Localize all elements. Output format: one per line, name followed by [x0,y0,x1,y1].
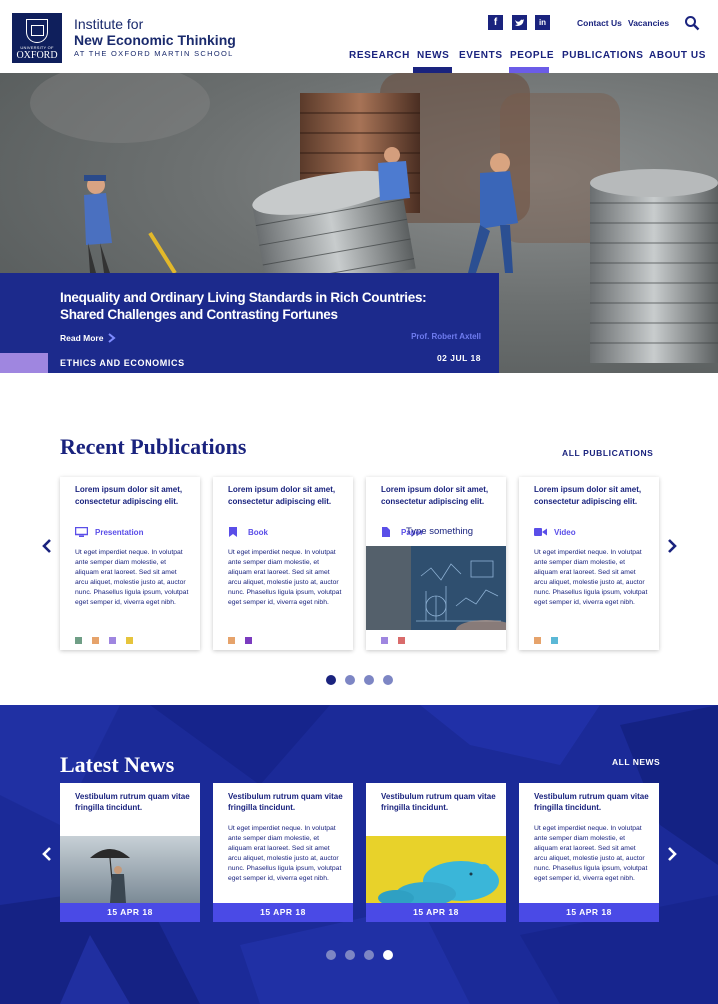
editable-text-overlay[interactable]: Type something [406,526,473,537]
news-title[interactable]: Vestibulum rutrum quam vitae fringilla t… [75,791,193,813]
news-title[interactable]: Vestibulum rutrum quam vitae fringilla t… [228,791,346,813]
brand-line-1: Institute for [74,16,144,32]
topic-tag[interactable] [109,637,116,644]
contact-us-link[interactable]: Contact Us [577,18,622,28]
topic-tag[interactable] [398,637,405,644]
video-icon [534,527,547,537]
read-more-link[interactable]: Read More [60,333,103,343]
news-page-dot-3[interactable] [364,950,374,960]
publication-type: Video [534,527,576,537]
news-page-dot-2[interactable] [345,950,355,960]
topic-tag[interactable] [126,637,133,644]
publication-type: Presentation [74,526,144,537]
monitor-icon [74,526,89,537]
publications-next-arrow-icon[interactable] [667,538,677,559]
search-icon[interactable] [684,15,700,31]
hero-author[interactable]: Prof. Robert Axtell [411,332,481,341]
news-prev-arrow-icon[interactable] [42,846,52,867]
publication-type-label: Book [248,528,268,537]
chevron-right-icon[interactable] [108,333,116,346]
news-title[interactable]: Vestibulum rutrum quam vitae fringilla t… [534,791,652,813]
site-brand[interactable]: Institute for New Economic Thinking AT T… [74,16,236,60]
hero-caption-panel: Inequality and Ordinary Living Standards… [0,273,499,373]
publication-title[interactable]: Lorem ipsum dolor sit amet, consectetur … [75,484,190,507]
facebook-icon[interactable]: f [488,15,503,30]
data-chart-photo [366,546,516,640]
news-date: 15 APR 18 [366,903,506,922]
news-title[interactable]: Vestibulum rutrum quam vitae fringilla t… [381,791,499,813]
all-publications-link[interactable]: ALL PUBLICATIONS [562,448,653,458]
bookmark-icon [228,527,241,537]
publication-type: Book [228,527,268,537]
news-excerpt: Ut eget imperdiet neque. In volutpat ant… [228,825,342,882]
site-header: UNIVERSITY OF OXFORD Institute for New E… [0,0,718,73]
publications-prev-arrow-icon[interactable] [42,538,52,559]
hero-title[interactable]: Inequality and Ordinary Living Standards… [60,289,460,323]
nav-publications[interactable]: PUBLICATIONS [562,50,643,61]
topic-tag[interactable] [92,637,99,644]
news-heading: Latest News [60,752,175,777]
all-news-link[interactable]: ALL NEWS [612,757,660,767]
publication-excerpt: Ut eget imperdiet neque. In volutpat ant… [228,549,342,606]
nav-news[interactable]: NEWS [417,50,449,61]
publication-card[interactable]: Lorem ipsum dolor sit amet, consectetur … [519,477,659,650]
news-date: 15 APR 18 [519,903,659,922]
hero-category[interactable]: ETHICS AND ECONOMICS [60,358,185,368]
topic-tag[interactable] [228,637,235,644]
topic-tag[interactable] [381,637,388,644]
topic-tag[interactable] [551,637,558,644]
news-card[interactable]: Vestibulum rutrum quam vitae fringilla t… [366,783,506,922]
twitter-icon[interactable] [512,15,527,30]
logo-oxford-text: OXFORD [16,50,58,61]
news-date: 15 APR 18 [60,903,200,922]
news-card[interactable]: Vestibulum rutrum quam vitae fringilla t… [60,783,200,922]
oxford-shield-icon [26,19,48,43]
publication-type-label: Presentation [95,528,144,537]
hero-date: 02 JUL 18 [436,353,481,363]
publications-page-dot-1[interactable] [326,675,336,685]
publication-title[interactable]: Lorem ipsum dolor sit amet, consectetur … [381,484,496,507]
news-page-dot-4[interactable] [383,950,393,960]
publication-card[interactable]: Lorem ipsum dolor sit amet, consectetur … [60,477,200,650]
publication-excerpt: Ut eget imperdiet neque. In volutpat ant… [75,549,189,606]
topic-tag[interactable] [245,637,252,644]
brand-line-2: New Economic Thinking [74,32,236,48]
topic-tag[interactable] [75,637,82,644]
piggy-bank-photo [366,836,506,903]
umbrella-man-photo [60,836,200,903]
publication-title[interactable]: Lorem ipsum dolor sit amet, consectetur … [534,484,649,507]
document-icon [381,527,394,537]
nav-about-us[interactable]: ABOUT US [649,50,706,61]
latest-news-section: Latest News ALL NEWS Vestibulum rutrum q… [0,705,718,1004]
topic-tag[interactable] [534,637,541,644]
hero-accent-block [0,353,48,373]
publication-excerpt: Ut eget imperdiet neque. In volutpat ant… [534,549,648,606]
publication-card[interactable]: Lorem ipsum dolor sit amet, consectetur … [213,477,353,650]
nav-people[interactable]: PEOPLE [510,50,554,61]
news-card[interactable]: Vestibulum rutrum quam vitae fringilla t… [213,783,353,922]
brand-line-3: AT THE OXFORD MARTIN SCHOOL [74,49,234,58]
nav-research[interactable]: RESEARCH [349,50,410,61]
hero-banner[interactable]: Inequality and Ordinary Living Standards… [0,73,718,373]
news-excerpt: Ut eget imperdiet neque. In volutpat ant… [534,825,648,882]
news-date: 15 APR 18 [213,903,353,922]
oxford-logo[interactable]: UNIVERSITY OF OXFORD [12,13,62,63]
news-page-dot-1[interactable] [326,950,336,960]
publications-page-dot-2[interactable] [345,675,355,685]
publication-title[interactable]: Lorem ipsum dolor sit amet, consectetur … [228,484,343,507]
publications-heading: Recent Publications [60,434,247,459]
linkedin-icon[interactable]: in [535,15,550,30]
publication-type-label: Video [554,528,576,537]
nav-events[interactable]: EVENTS [459,50,503,61]
publications-page-dot-3[interactable] [364,675,374,685]
publications-page-dot-4[interactable] [383,675,393,685]
news-next-arrow-icon[interactable] [667,846,677,867]
vacancies-link[interactable]: Vacancies [628,18,669,28]
publication-card[interactable]: Lorem ipsum dolor sit amet, consectetur … [366,477,516,650]
news-card[interactable]: Vestibulum rutrum quam vitae fringilla t… [519,783,659,922]
